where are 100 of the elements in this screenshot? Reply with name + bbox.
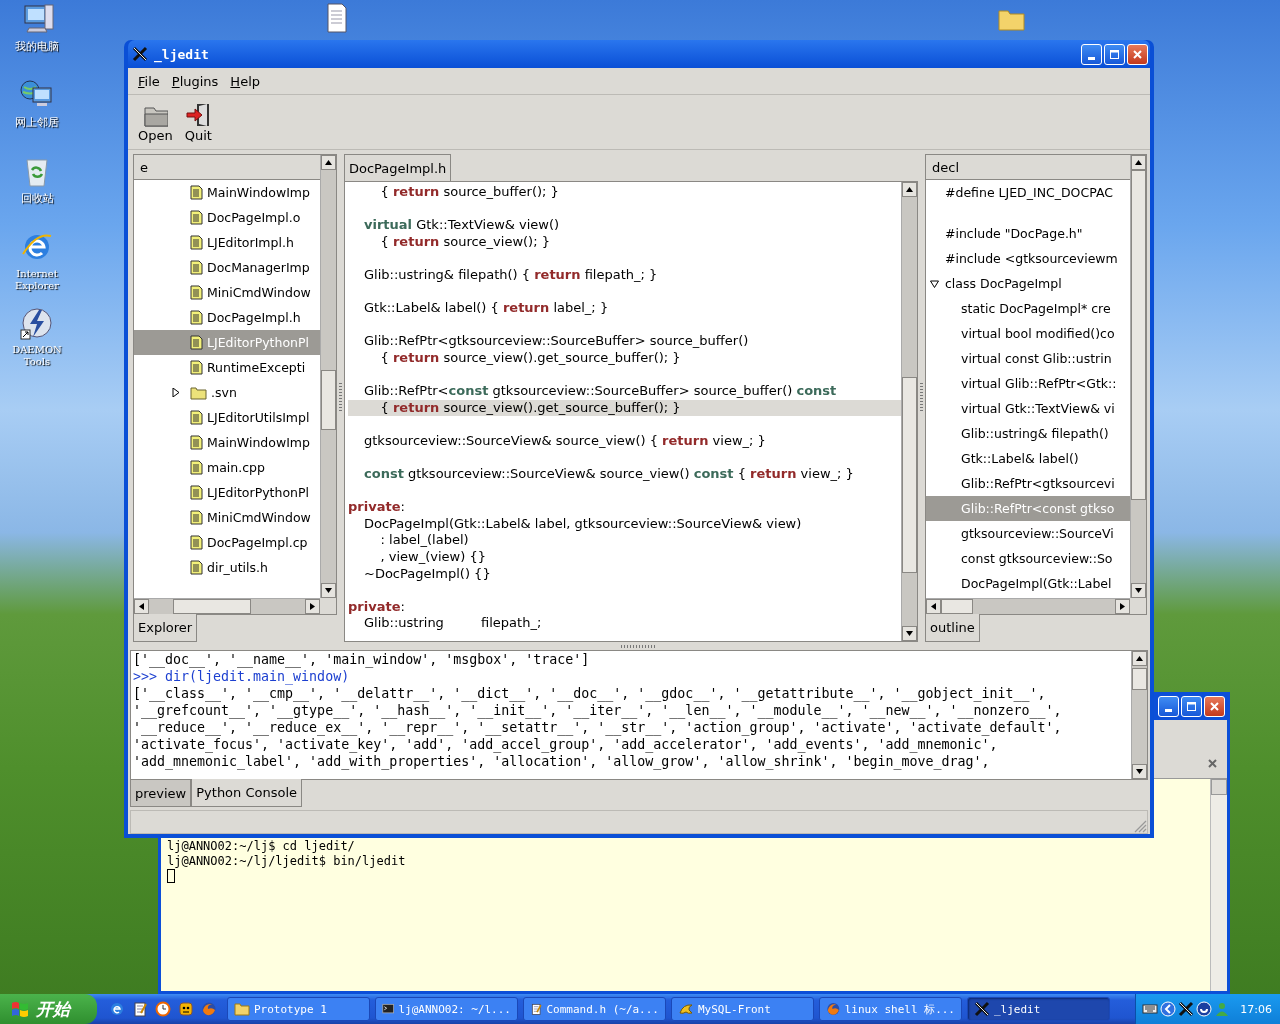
scroll-up-button[interactable] xyxy=(902,182,917,197)
scroll-down-button[interactable] xyxy=(321,583,336,598)
tree-item[interactable]: class DocPageImpl xyxy=(926,271,1130,296)
tree-item[interactable]: MainWindowImp xyxy=(134,180,320,205)
tree-item[interactable]: static DocPageImpl* cre xyxy=(926,296,1130,321)
menu-item[interactable]: Plugins xyxy=(165,71,225,91)
tree-item[interactable]: LJEditorPythonPl xyxy=(134,480,320,505)
menu-item[interactable]: Help xyxy=(224,71,266,91)
tree-item[interactable]: Glib::ustring& filepath() xyxy=(926,421,1130,446)
close-button[interactable] xyxy=(1127,43,1148,65)
tree-item[interactable]: gtksourceview::SourceVi xyxy=(926,521,1130,546)
resize-grip-icon[interactable] xyxy=(1133,819,1147,833)
tree-item[interactable]: DocPageImpl.h xyxy=(134,305,320,330)
quick-launch-button[interactable] xyxy=(153,999,173,1019)
tree-item[interactable]: virtual bool modified()co xyxy=(926,321,1130,346)
scroll-up-button[interactable] xyxy=(321,155,336,170)
tree-item[interactable]: DocManagerImp xyxy=(134,255,320,280)
scrollbar-thumb[interactable] xyxy=(321,370,336,430)
right-arrow-icon xyxy=(1120,603,1125,610)
tree-item[interactable]: #include <gtksourceviewm xyxy=(926,246,1130,271)
tree-item[interactable]: RuntimeExcepti xyxy=(134,355,320,380)
horizontal-scrollbar[interactable] xyxy=(926,598,1130,614)
tree-item[interactable]: Gtk::Label& label() xyxy=(926,446,1130,471)
code-line: { return source_view(); } xyxy=(379,233,551,251)
scrollbar-thumb[interactable] xyxy=(1132,668,1147,690)
tree-item[interactable]: const gtksourceview::So xyxy=(926,546,1130,571)
keyboard-icon[interactable] xyxy=(1142,1001,1159,1017)
tree-item[interactable]: LJEditorUtilsImpl xyxy=(134,405,320,430)
tab[interactable]: Explorer xyxy=(133,614,198,642)
column-header[interactable]: decl xyxy=(926,155,1130,180)
scroll-up-button[interactable] xyxy=(1131,155,1146,170)
toolbar-button[interactable]: Open xyxy=(132,99,179,145)
horizontal-scrollbar[interactable] xyxy=(134,598,320,614)
taskbar-button[interactable]: Command.h (~/a... xyxy=(523,997,666,1021)
scroll-up-button[interactable] xyxy=(1132,651,1147,666)
expander-triangle-icon[interactable] xyxy=(172,388,180,397)
code-line: gtksourceview::SourceView& source_view() { return view_; } xyxy=(363,432,767,450)
scroll-down-button[interactable] xyxy=(902,626,917,641)
vertical-scrollbar[interactable] xyxy=(320,155,336,598)
code-line: const gtksourceview::SourceView& source_view() const { return view_; } xyxy=(363,466,855,483)
circle-icon[interactable] xyxy=(1196,1001,1213,1017)
x-logo-icon[interactable] xyxy=(1178,1001,1195,1017)
scrollbar-thumb[interactable] xyxy=(173,599,251,614)
minimize-button[interactable] xyxy=(1158,695,1179,717)
taskbar-button[interactable]: Prototype 1 xyxy=(227,997,370,1021)
tab[interactable]: Python Console xyxy=(191,779,303,807)
taskbar-button[interactable]: _ljedit xyxy=(967,997,1110,1021)
pane-handle[interactable] xyxy=(920,383,923,413)
vertical-scrollbar[interactable] xyxy=(1210,779,1227,991)
tab-close-button[interactable] xyxy=(1206,756,1219,770)
toolbar-button[interactable]: Quit xyxy=(178,99,218,145)
pane-handle[interactable] xyxy=(339,383,342,413)
tree-item[interactable]: dir_utils.h xyxy=(134,555,320,580)
file-icon xyxy=(190,485,203,500)
tree-item[interactable]: main.cpp xyxy=(134,455,320,480)
scroll-left-button[interactable] xyxy=(134,599,149,614)
column-header[interactable]: e xyxy=(134,155,320,180)
window-flag-icon xyxy=(10,1000,30,1018)
scrollbar-thumb[interactable] xyxy=(941,599,973,614)
tree-item[interactable]: DocPageImpl.o xyxy=(134,205,320,230)
maximize-button[interactable] xyxy=(1181,695,1202,717)
scroll-right-button[interactable] xyxy=(1115,599,1130,614)
scroll-down-button[interactable] xyxy=(1132,764,1147,779)
tree-item[interactable]: DocPageImpl.cp xyxy=(134,530,320,555)
tab[interactable]: DocPageImpl.h xyxy=(344,154,452,181)
tree-item[interactable]: virtual const Glib::ustrin xyxy=(926,346,1130,371)
tree-item[interactable]: #include "DocPage.h" xyxy=(926,221,1130,246)
close-button[interactable] xyxy=(1204,695,1225,717)
document-icon[interactable] xyxy=(326,3,348,33)
scrollbar-thumb[interactable] xyxy=(1131,170,1146,500)
menu-item[interactable]: File xyxy=(132,71,166,91)
pane-handle[interactable] xyxy=(621,645,657,648)
tab[interactable]: preview xyxy=(130,780,192,807)
scroll-left-button[interactable] xyxy=(926,599,941,614)
maximize-button[interactable] xyxy=(1104,43,1125,65)
scroll-down-button[interactable] xyxy=(1131,583,1146,598)
scroll-right-button[interactable] xyxy=(305,599,320,614)
tree-item[interactable]: Glib::RefPtr<gtksourcevi xyxy=(926,471,1130,496)
tree-item[interactable]: .svn xyxy=(134,380,320,405)
tree-item[interactable]: MiniCmdWindow xyxy=(134,280,320,305)
vertical-scrollbar[interactable] xyxy=(1131,651,1147,779)
tree-item[interactable]: LJEditorImpl.h xyxy=(134,230,320,255)
scrollbar-thumb[interactable] xyxy=(902,377,917,573)
lightning-disc-icon[interactable] xyxy=(19,306,55,342)
minimize-button[interactable] xyxy=(1081,43,1102,65)
tree-item[interactable]: DocPageImpl(Gtk::Label xyxy=(926,571,1130,596)
tree-item[interactable]: MainWindowImp xyxy=(134,430,320,455)
taskbar-button[interactable]: MySQL-Front xyxy=(671,997,814,1021)
vertical-scrollbar[interactable] xyxy=(901,182,917,641)
tree-item[interactable]: #define LJED_INC_DOCPAC xyxy=(926,180,1130,205)
taskbar-button[interactable]: lj@ANNO02: ~/l... xyxy=(375,997,518,1021)
tree-item[interactable]: virtual Glib::RefPtr<Gtk:: xyxy=(926,371,1130,396)
folder-icon[interactable] xyxy=(998,7,1026,31)
desktop-icon-label[interactable]: 我的电脑 xyxy=(15,40,59,53)
taskbar-button[interactable]: linux shell 标... xyxy=(819,997,962,1021)
expander-triangle-icon[interactable] xyxy=(930,279,939,288)
tab[interactable]: outline xyxy=(925,614,980,642)
tree-item[interactable]: MiniCmdWindow xyxy=(134,505,320,530)
vertical-scrollbar[interactable] xyxy=(1130,155,1146,598)
tree-item[interactable]: virtual Gtk::TextView& vi xyxy=(926,396,1130,421)
